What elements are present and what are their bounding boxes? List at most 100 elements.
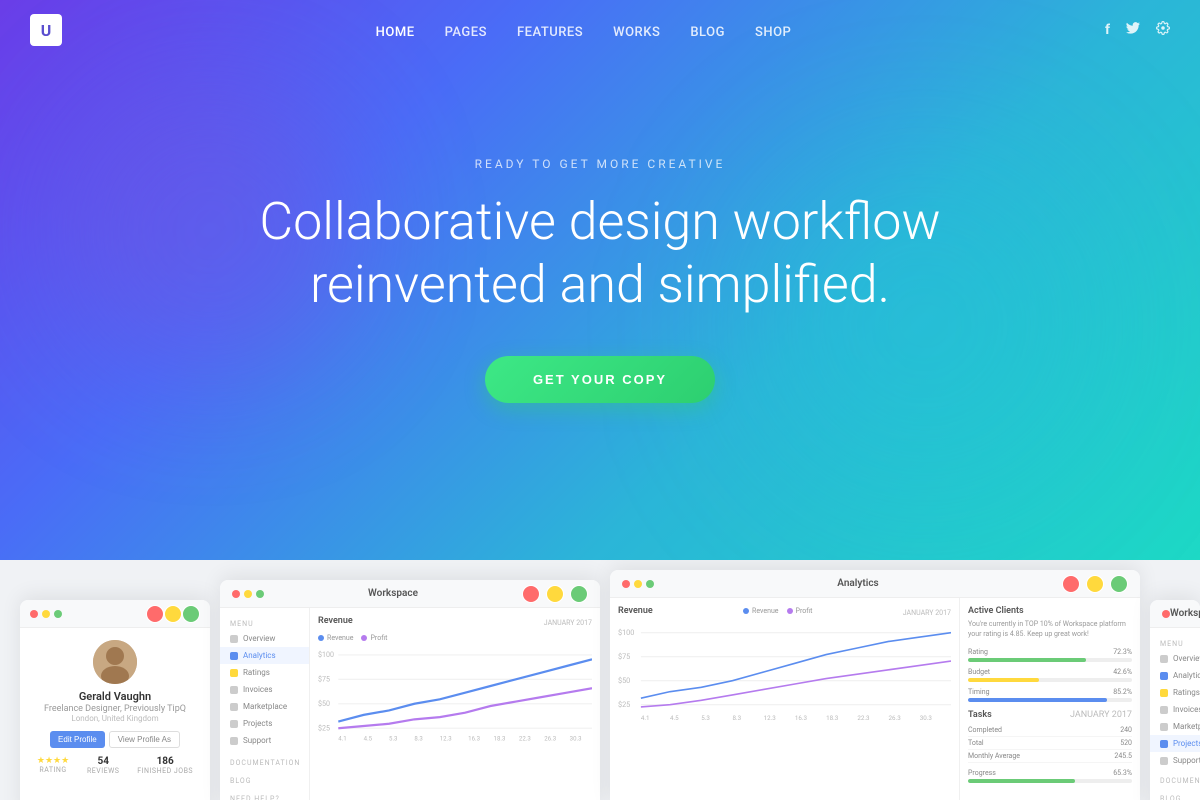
ws-ratings[interactable]: Ratings xyxy=(1150,684,1200,701)
logo[interactable]: U xyxy=(30,14,62,46)
ratings-icon xyxy=(230,669,238,677)
help-label: NEED HELP? xyxy=(220,791,309,800)
facebook-icon[interactable]: f xyxy=(1105,22,1110,38)
ws-overview-icon xyxy=(1160,655,1168,663)
profile-content: Gerald Vaughn Freelance Designer, Previo… xyxy=(20,628,210,787)
workspace-title-2: Workspace xyxy=(1170,608,1200,619)
nav-works[interactable]: WORKS xyxy=(613,25,660,40)
svg-text:16.3: 16.3 xyxy=(468,734,480,742)
svg-text:12.3: 12.3 xyxy=(440,734,452,742)
sidebar-marketplace[interactable]: Marketplace xyxy=(220,698,309,715)
nav-home[interactable]: HOME xyxy=(376,25,415,40)
edit-profile-button[interactable]: Edit Profile xyxy=(50,731,105,748)
svg-text:$50: $50 xyxy=(618,676,630,685)
analytics-date: JANUARY 2017 xyxy=(903,609,951,617)
svg-text:$25: $25 xyxy=(618,700,630,709)
dot-green-3 xyxy=(646,580,654,588)
settings-icon[interactable] xyxy=(1156,21,1170,39)
card4-header: Workspace xyxy=(1150,600,1200,628)
dot-yellow xyxy=(42,610,50,618)
workspace-card: Workspace MENU Overview Analytics xyxy=(220,580,600,800)
navbar: U HOME PAGES FEATURES WORKS BLOG SHOP f xyxy=(0,0,1200,60)
stat-label-jobs: FINISHED JOBS xyxy=(137,767,193,775)
hero-title: Collaborative design workflow reinvented… xyxy=(259,191,940,316)
sidebar-projects[interactable]: Projects xyxy=(220,715,309,732)
sidebar-ratings[interactable]: Ratings xyxy=(220,664,309,681)
metric-rating: Rating72.3% xyxy=(968,648,1132,662)
svg-text:$100: $100 xyxy=(618,628,634,637)
card2-header: Workspace xyxy=(220,580,600,608)
mini-avatar-8 xyxy=(1086,575,1104,593)
ws-doc-label: DOCUMENTATION xyxy=(1150,773,1200,787)
ws-blog-label: BLOG xyxy=(1150,791,1200,800)
metric-timing: Timing85.2% xyxy=(968,688,1132,702)
ws-marketplace-icon xyxy=(1160,723,1168,731)
hero-subtitle: READY TO GET MORE CREATIVE xyxy=(259,157,940,171)
ws-invoices[interactable]: Invoices xyxy=(1150,701,1200,718)
nav-social: f xyxy=(1105,21,1170,39)
svg-text:$75: $75 xyxy=(318,674,330,683)
task-monthly: Monthly Average 245.5 xyxy=(968,750,1132,763)
nav-features[interactable]: FEATURES xyxy=(517,25,583,40)
dot-yellow-2 xyxy=(244,590,252,598)
nav-shop[interactable]: SHOP xyxy=(755,25,791,40)
dot-red-4 xyxy=(1162,610,1170,618)
dot-red xyxy=(30,610,38,618)
dot-green-2 xyxy=(256,590,264,598)
blog-label: BLOG xyxy=(220,773,309,787)
rev-dot xyxy=(743,608,749,614)
svg-text:30.3: 30.3 xyxy=(920,714,933,722)
mini-avatar-6 xyxy=(570,585,588,603)
svg-text:$50: $50 xyxy=(318,699,330,708)
analytics-icon xyxy=(230,652,238,660)
mini-avatar-9 xyxy=(1110,575,1128,593)
ws-projects-icon xyxy=(1160,740,1168,748)
dot-yellow-3 xyxy=(634,580,642,588)
svg-text:$25: $25 xyxy=(318,723,330,732)
profit-dot xyxy=(787,608,793,614)
revenue-title: Revenue xyxy=(618,606,653,616)
svg-text:5.3: 5.3 xyxy=(389,734,398,742)
workspace-content: MENU Overview Analytics Ratings xyxy=(1150,628,1200,800)
view-profile-button[interactable]: View Profile As xyxy=(109,731,180,748)
sidebar-invoices[interactable]: Invoices xyxy=(220,681,309,698)
ws-marketplace[interactable]: Marketplace xyxy=(1150,718,1200,735)
dot-red-2 xyxy=(232,590,240,598)
svg-text:22.3: 22.3 xyxy=(519,734,531,742)
ws-support[interactable]: Support xyxy=(1150,752,1200,769)
analytics-card: Analytics Revenue Revenue Profit xyxy=(610,570,1140,800)
avatar xyxy=(93,640,137,684)
mini-avatar-3 xyxy=(182,605,200,623)
profile-name: Gerald Vaughn xyxy=(79,690,151,703)
overview-icon xyxy=(230,635,238,643)
nav-pages[interactable]: PAGES xyxy=(445,25,487,40)
svg-text:8.3: 8.3 xyxy=(732,714,741,722)
nav-blog[interactable]: BLOG xyxy=(690,25,725,40)
cta-button[interactable]: GET YOUR COPY xyxy=(485,356,715,403)
revenue-chart: $100 $75 $50 $25 4.1 xyxy=(318,646,592,746)
svg-text:$100: $100 xyxy=(318,650,334,659)
sidebar-overview[interactable]: Overview xyxy=(220,630,309,647)
analytics-main: Revenue Revenue Profit JANUARY 2017 $100… xyxy=(610,598,960,800)
menu-label: MENU xyxy=(220,616,309,630)
support-icon xyxy=(230,737,238,745)
card1-header xyxy=(20,600,210,628)
analytics-sidebar: Active Clients You're currently in TOP 1… xyxy=(960,598,1140,800)
svg-text:5.3: 5.3 xyxy=(701,714,710,722)
dot-green-1 xyxy=(54,610,62,618)
sidebar-support[interactable]: Support xyxy=(220,732,309,749)
svg-text:12.3: 12.3 xyxy=(764,714,777,722)
ws-overview[interactable]: Overview xyxy=(1150,650,1200,667)
ws-analytics[interactable]: Analytics xyxy=(1150,667,1200,684)
svg-text:8.3: 8.3 xyxy=(414,734,423,742)
chart-date: JANUARY 2017 xyxy=(544,619,592,627)
card3-header: Analytics xyxy=(610,570,1140,598)
ws-projects[interactable]: Projects xyxy=(1150,735,1200,752)
metric-budget: Budget42.6% xyxy=(968,668,1132,682)
hero-content: READY TO GET MORE CREATIVE Collaborative… xyxy=(259,157,940,403)
mini-avatar-2 xyxy=(164,605,182,623)
stat-jobs: 186 xyxy=(137,756,193,767)
twitter-icon[interactable] xyxy=(1126,22,1140,38)
svg-text:26.3: 26.3 xyxy=(889,714,902,722)
sidebar-analytics[interactable]: Analytics xyxy=(220,647,309,664)
